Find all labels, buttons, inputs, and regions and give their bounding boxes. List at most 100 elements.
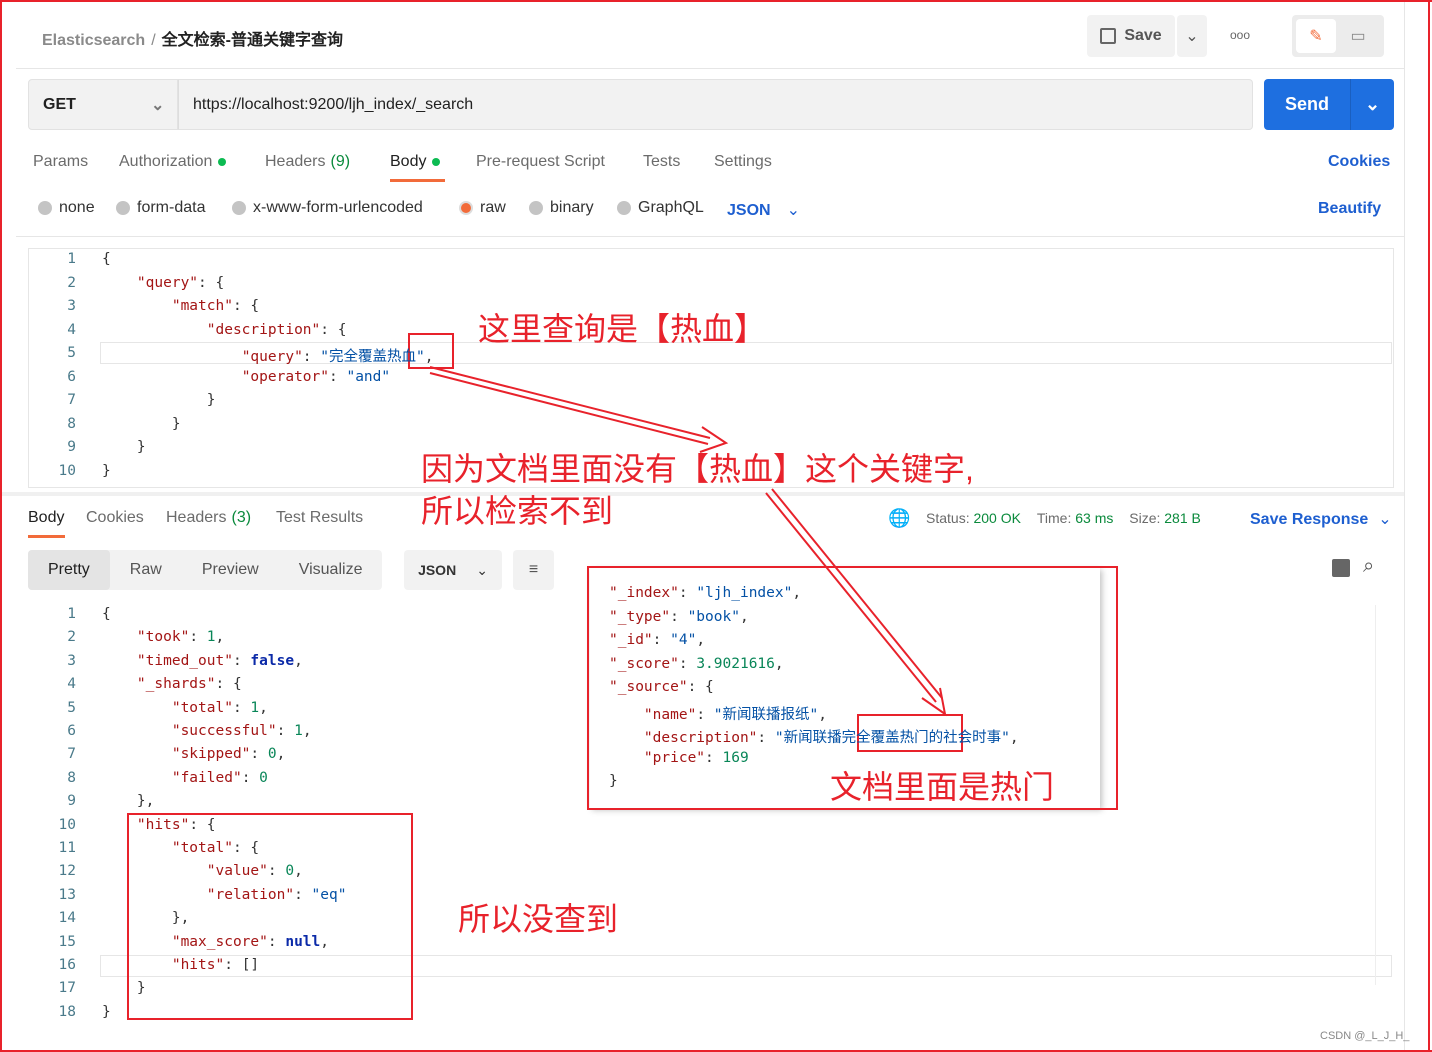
radio-label: none (59, 199, 95, 216)
line-number: 9 (67, 439, 76, 455)
line-number: 14 (58, 910, 76, 927)
tab-label: Headers (166, 509, 227, 526)
code-line: }, (102, 793, 154, 809)
tab-label: Authorization (119, 153, 213, 170)
code-token: , (818, 706, 827, 723)
code-token: : (302, 349, 321, 365)
response-tab-body[interactable]: Body (28, 509, 64, 527)
code-line: "skipped": 0, (102, 746, 286, 762)
code-token: 169 (722, 749, 749, 766)
code-line: "timed_out": false, (102, 653, 303, 669)
response-tab-test-results[interactable]: Test Results (276, 509, 363, 527)
code-token: "failed" (171, 769, 242, 786)
code-line: "hits": [] (102, 957, 259, 973)
code-token: "timed_out" (136, 652, 233, 669)
radio-form-data[interactable]: form-data (116, 199, 205, 217)
code-token: : (705, 749, 723, 766)
tab-authorization[interactable]: Authorization (119, 153, 227, 171)
tab-params[interactable]: Params (33, 153, 88, 171)
code-token: , (1009, 730, 1019, 746)
code-token: } (171, 415, 181, 432)
line-number: 5 (67, 699, 76, 716)
code-token: "successful" (171, 723, 277, 739)
code-token: "新闻联播完全覆盖热门的社会时事" (774, 730, 1010, 746)
radio-x-www-form-urlencoded[interactable]: x-www-form-urlencoded (232, 199, 423, 217)
code-line: "max_score": null, (102, 934, 329, 950)
code-token: [] (241, 957, 260, 973)
code-line: "operator": "and" (102, 369, 390, 385)
radio-label: GraphQL (638, 199, 704, 216)
tab-settings[interactable]: Settings (714, 153, 772, 171)
code-token: 0 (285, 863, 295, 880)
line-number: 2 (67, 629, 76, 646)
code-token: : (232, 699, 251, 716)
code-token: } (102, 1003, 111, 1020)
code-line: "failed": 0 (102, 770, 268, 786)
code-line: }, (102, 910, 189, 926)
code-token: "operator" (241, 368, 329, 385)
tab-label: Settings (714, 153, 772, 170)
code-line: "price": 169 (609, 750, 749, 766)
code-token: : { (687, 679, 714, 695)
code-token: "took" (136, 629, 190, 646)
code-line: } (102, 392, 216, 408)
radio-graphql[interactable]: GraphQL (617, 199, 704, 217)
line-number: 10 (58, 816, 76, 833)
radio-label: x-www-form-urlencoded (253, 199, 423, 216)
response-tab-cookies[interactable]: Cookies (86, 509, 144, 527)
tab-tests[interactable]: Tests (643, 153, 680, 171)
tab-pre-request-script[interactable]: Pre-request Script (476, 153, 605, 171)
code-token: "book" (687, 608, 740, 625)
tab-count: (9) (330, 153, 351, 170)
radio-none[interactable]: none (38, 199, 95, 217)
code-line: } (102, 439, 146, 455)
code-token: 3.9021616 (696, 655, 775, 672)
code-line: "query": { (102, 275, 224, 291)
line-number: 9 (67, 793, 76, 810)
code-token: }, (171, 910, 190, 927)
status-dot-icon (218, 157, 227, 166)
line-number: 8 (67, 769, 76, 786)
code-token: , (739, 608, 749, 625)
line-number: 7 (67, 746, 76, 763)
tab-label: Body (28, 509, 65, 526)
code-token: "_type" (609, 608, 671, 625)
radio-binary[interactable]: binary (529, 199, 594, 217)
response-tab-headers[interactable]: Headers (3) (166, 509, 251, 527)
tab-headers[interactable]: Headers (9) (265, 153, 350, 171)
line-number: 17 (58, 980, 76, 997)
annotation-reason-1: 因为文档里面没有【热血】这个关键字, (421, 451, 974, 487)
tab-label: Body (390, 153, 427, 170)
code-token: : (670, 608, 688, 625)
code-token: "_score" (609, 655, 679, 672)
code-line: } (609, 773, 618, 789)
line-number: 1 (67, 251, 76, 267)
radio-raw[interactable]: raw (459, 199, 506, 217)
radio-icon (232, 201, 246, 215)
arrow-to-document (765, 488, 947, 717)
line-number: 13 (58, 886, 76, 903)
code-line: "name": "新闻联播报纸", (609, 703, 827, 724)
code-token: : (696, 706, 714, 723)
code-token: : { (232, 840, 260, 856)
tab-body[interactable]: Body (390, 153, 441, 171)
code-line: } (102, 1004, 111, 1020)
code-token: : (241, 769, 260, 786)
code-line: "_id": "4", (609, 632, 705, 648)
code-token: "total" (171, 699, 233, 716)
code-token: null (285, 933, 321, 950)
radio-icon (529, 201, 543, 215)
code-line: "match": { (102, 298, 259, 314)
status-dot-icon (432, 157, 441, 166)
